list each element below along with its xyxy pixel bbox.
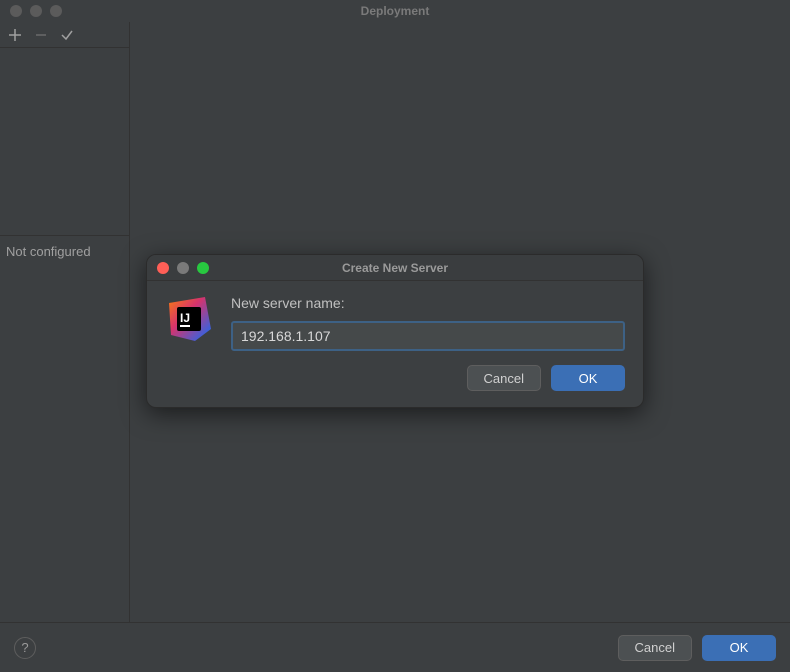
svg-text:IJ: IJ: [180, 311, 190, 325]
server-name-input[interactable]: [231, 321, 625, 351]
parent-ok-button[interactable]: OK: [702, 635, 776, 661]
parent-footer: ? Cancel OK: [0, 622, 790, 672]
modal-close-dot[interactable]: [157, 262, 169, 274]
parent-close-dot[interactable]: [10, 5, 22, 17]
parent-cancel-button[interactable]: Cancel: [618, 635, 692, 661]
modal-zoom-dot[interactable]: [197, 262, 209, 274]
parent-cancel-label: Cancel: [635, 640, 675, 655]
modal-footer: Cancel OK: [147, 361, 643, 407]
server-name-label: New server name:: [231, 295, 625, 311]
modal-fields: New server name:: [231, 295, 625, 351]
not-configured-label: Not configured: [0, 236, 129, 267]
create-new-server-dialog: Create New Server IJ New server name:: [146, 254, 644, 408]
modal-traffic-lights: [157, 262, 209, 274]
modal-ok-button[interactable]: OK: [551, 365, 625, 391]
parent-ok-label: OK: [730, 640, 749, 655]
default-check-icon[interactable]: [60, 28, 74, 42]
remove-icon[interactable]: [34, 28, 48, 42]
modal-title: Create New Server: [147, 261, 643, 275]
intellij-icon: IJ: [165, 295, 213, 343]
parent-minimize-dot[interactable]: [30, 5, 42, 17]
help-icon: ?: [21, 640, 28, 655]
modal-ok-label: OK: [579, 371, 598, 386]
deployment-left-pane: Not configured: [0, 22, 130, 622]
modal-minimize-dot[interactable]: [177, 262, 189, 274]
parent-titlebar: Deployment: [0, 0, 790, 22]
left-toolbar: [0, 22, 129, 48]
server-list-area: [0, 48, 129, 236]
modal-cancel-label: Cancel: [484, 371, 524, 386]
modal-cancel-button[interactable]: Cancel: [467, 365, 541, 391]
parent-traffic-lights: [10, 5, 62, 17]
parent-window-title: Deployment: [0, 4, 790, 18]
modal-titlebar: Create New Server: [147, 255, 643, 281]
add-icon[interactable]: [8, 28, 22, 42]
parent-zoom-dot[interactable]: [50, 5, 62, 17]
modal-body: IJ New server name:: [147, 281, 643, 361]
help-button[interactable]: ?: [14, 637, 36, 659]
